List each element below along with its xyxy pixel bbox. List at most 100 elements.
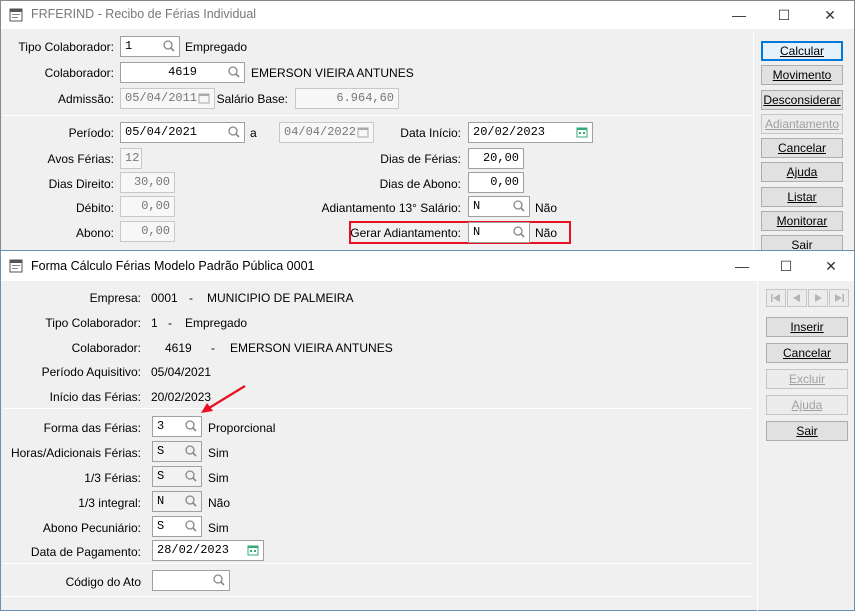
recibo-ferias-window: FRFERIND - Recibo de Férias Individual —…: [0, 0, 855, 255]
tipo-colaborador-label: Tipo Colaborador:: [18, 40, 114, 54]
ajuda-button[interactable]: Ajuda: [766, 395, 848, 415]
periodo-label: Período:: [68, 126, 114, 140]
forma-ferias-field[interactable]: 3: [152, 416, 202, 437]
first-record-icon[interactable]: [766, 289, 786, 307]
tipo-colaborador-field[interactable]: 1: [120, 36, 180, 57]
salario-base-field: 6.964,60: [295, 88, 399, 109]
app-icon: [9, 259, 23, 273]
abono-pecuniario-label: Abono Pecuniário:: [42, 521, 141, 535]
calcular-button[interactable]: Calcular: [761, 41, 843, 61]
last-record-icon[interactable]: [829, 289, 849, 307]
monitorar-button[interactable]: Monitorar: [761, 211, 843, 231]
periodo-from-field[interactable]: 05/04/2021: [120, 122, 245, 143]
tipo-colaborador-dash: -: [168, 316, 172, 330]
avos-ferias-value: 12: [125, 151, 140, 165]
um-terco-ferias-field[interactable]: S: [152, 466, 202, 487]
annotation-arrow-icon: [201, 385, 246, 413]
um-terco-integral-value: N: [157, 494, 165, 508]
um-terco-ferias-value: S: [157, 469, 165, 483]
gerar-adiantamento-desc: Não: [535, 226, 558, 240]
tipo-colaborador-code: 1: [151, 316, 158, 330]
calendar-icon[interactable]: [244, 542, 262, 559]
search-icon[interactable]: [160, 38, 178, 55]
search-icon[interactable]: [510, 224, 528, 241]
avos-ferias-field: 12: [120, 148, 142, 169]
um-terco-ferias-desc: Sim: [208, 471, 229, 485]
inserir-button[interactable]: Inserir: [766, 317, 848, 337]
tipo-colaborador-value: 1: [125, 39, 133, 53]
abono-field: 0,00: [120, 221, 175, 242]
periodo-aquisitivo-value: 05/04/2021: [151, 365, 212, 379]
app-icon: [9, 8, 23, 22]
adiantamento-13-value: N: [473, 199, 481, 213]
data-pagamento-field[interactable]: 28/02/2023: [152, 540, 264, 561]
search-icon[interactable]: [510, 198, 528, 215]
minimize-icon[interactable]: —: [731, 256, 753, 276]
dias-abono-label: Dias de Abono:: [379, 177, 461, 191]
search-icon[interactable]: [182, 493, 200, 510]
horas-adicionais-desc: Sim: [208, 446, 229, 460]
ajuda-button[interactable]: Ajuda: [761, 162, 843, 182]
inicio-ferias-label: Início das Férias:: [49, 390, 141, 404]
cancelar-button[interactable]: Cancelar: [761, 138, 843, 158]
um-terco-integral-field[interactable]: N: [152, 491, 202, 512]
window-title: FRFERIND - Recibo de Férias Individual: [31, 7, 257, 21]
excluir-button[interactable]: Excluir: [766, 369, 848, 389]
um-terco-integral-label: 1/3 integral:: [78, 496, 141, 510]
dias-ferias-value: 20,00: [482, 151, 519, 165]
data-inicio-label: Data Início:: [400, 126, 461, 140]
listar-button[interactable]: Listar: [761, 187, 843, 207]
colaborador-code: 4619: [165, 341, 192, 355]
adiantamento-13-desc: Não: [535, 201, 558, 215]
search-icon[interactable]: [225, 124, 243, 141]
sair-button[interactable]: Sair: [766, 421, 848, 441]
gerar-adiantamento-field[interactable]: N: [468, 222, 530, 243]
dias-ferias-field[interactable]: 20,00: [468, 148, 524, 169]
admissao-label: Admissão:: [57, 92, 114, 106]
adiantamento-button[interactable]: Adiantamento: [761, 114, 843, 134]
calendar-icon[interactable]: [573, 124, 591, 141]
movimento-button[interactable]: Movimento: [761, 65, 843, 85]
cancelar-button[interactable]: Cancelar: [766, 343, 848, 363]
colaborador-field[interactable]: 4619: [120, 62, 245, 83]
maximize-icon[interactable]: ☐: [775, 256, 797, 276]
maximize-icon[interactable]: ☐: [773, 5, 795, 25]
adiantamento-13-field[interactable]: N: [468, 196, 530, 217]
data-pagamento-value: 28/02/2023: [157, 543, 230, 557]
periodo-to-field: 04/04/2022: [279, 122, 374, 143]
empresa-code: 0001: [151, 291, 178, 305]
search-icon[interactable]: [182, 468, 200, 485]
calendar-icon: [195, 90, 213, 107]
codigo-ato-field[interactable]: [152, 570, 230, 591]
colaborador-name: EMERSON VIEIRA ANTUNES: [230, 341, 393, 355]
close-icon[interactable]: ✕: [819, 5, 841, 25]
periodo-to-value: 04/04/2022: [284, 125, 357, 139]
divider: [3, 408, 751, 409]
um-terco-ferias-label: 1/3 Férias:: [84, 471, 141, 485]
dias-direito-label: Dias Direito:: [48, 177, 114, 191]
abono-pecuniario-field[interactable]: S: [152, 516, 202, 537]
search-icon[interactable]: [225, 64, 243, 81]
horas-adicionais-value: S: [157, 444, 165, 458]
search-icon[interactable]: [182, 443, 200, 460]
minimize-icon[interactable]: —: [728, 5, 750, 25]
search-icon[interactable]: [182, 418, 200, 435]
title-bar[interactable]: FRFERIND - Recibo de Férias Individual —…: [1, 1, 854, 29]
data-inicio-field[interactable]: 20/02/2023: [468, 122, 593, 143]
forma-calculo-dialog: Forma Cálculo Férias Modelo Padrão Públi…: [0, 250, 855, 611]
dias-direito-value: 30,00: [133, 175, 170, 189]
forma-ferias-value: 3: [157, 419, 165, 433]
dias-abono-field[interactable]: 0,00: [468, 172, 524, 193]
dias-ferias-label: Dias de Férias:: [380, 152, 461, 166]
search-icon[interactable]: [182, 518, 200, 535]
dialog-title-bar[interactable]: Forma Cálculo Férias Modelo Padrão Públi…: [1, 251, 854, 281]
dialog-title: Forma Cálculo Férias Modelo Padrão Públi…: [31, 259, 315, 273]
next-record-icon[interactable]: [808, 289, 828, 307]
previous-record-icon[interactable]: [787, 289, 807, 307]
forma-ferias-label: Forma das Férias:: [43, 421, 141, 435]
horas-adicionais-field[interactable]: S: [152, 441, 202, 462]
search-icon[interactable]: [210, 572, 228, 589]
close-icon[interactable]: ✕: [820, 256, 842, 276]
desconsiderar-button[interactable]: Desconsiderar: [761, 90, 843, 110]
gerar-adiantamento-value: N: [473, 225, 481, 239]
